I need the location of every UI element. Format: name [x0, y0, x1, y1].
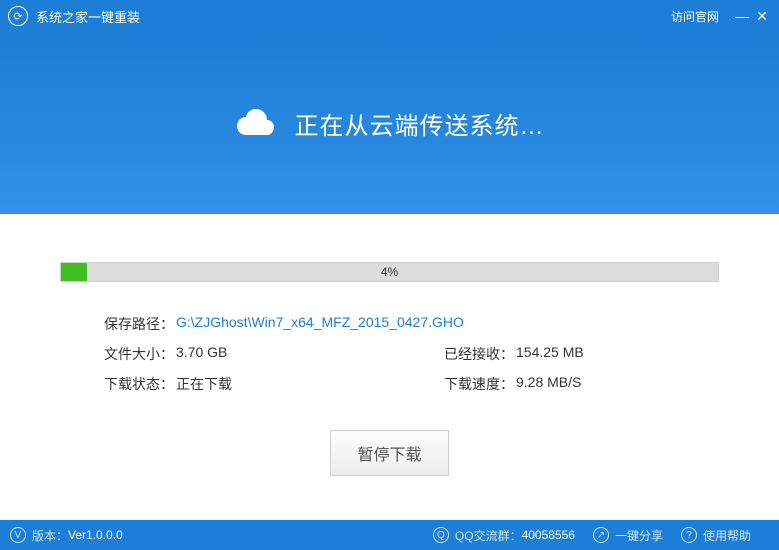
cloud-icon [235, 107, 281, 139]
version-info: V 版本： Ver1.0.0.0 [10, 527, 123, 544]
help-icon: ? [681, 527, 697, 543]
app-window: ⟳ 系统之家一键重装 访问官网 — ✕ 正在从云端传送系统… 4% 保存路径： [0, 0, 779, 550]
refresh-icon: ⟳ [13, 10, 22, 23]
version-icon: V [10, 527, 26, 543]
content-area: 4% 保存路径： G:\ZJGhost\Win7_x64_MFZ_2015_04… [0, 214, 779, 520]
status-value: 正在下载 [176, 374, 232, 394]
minimize-button[interactable]: — [733, 8, 751, 24]
status-label: 下载状态： [104, 374, 174, 394]
version-value: Ver1.0.0.0 [68, 528, 123, 542]
received-value: 154.25 MB [516, 344, 584, 364]
speed-label: 下载速度： [444, 374, 514, 394]
qq-group-link[interactable]: Q QQ交流群： 40058556 [433, 527, 575, 544]
share-label: 一键分享 [615, 527, 663, 544]
pause-download-button[interactable]: 暂停下载 [330, 430, 448, 476]
hero-banner: 正在从云端传送系统… [0, 32, 779, 214]
titlebar: ⟳ 系统之家一键重装 访问官网 — ✕ [0, 0, 779, 32]
help-label: 使用帮助 [703, 527, 751, 544]
official-site-link[interactable]: 访问官网 [671, 8, 719, 25]
share-icon: ↗ [593, 527, 609, 543]
close-button[interactable]: ✕ [753, 8, 771, 25]
app-logo-icon: ⟳ [8, 6, 28, 26]
speed-value: 9.28 MB/S [516, 374, 581, 394]
progress-bar: 4% [60, 262, 719, 282]
help-link[interactable]: ? 使用帮助 [681, 527, 751, 544]
received-label: 已经接收： [444, 344, 514, 364]
file-size-value: 3.70 GB [176, 344, 227, 364]
share-link[interactable]: ↗ 一键分享 [593, 527, 663, 544]
footer: V 版本： Ver1.0.0.0 Q QQ交流群： 40058556 ↗ 一键分… [0, 520, 779, 550]
qq-label: QQ交流群： [455, 527, 522, 544]
save-path-value: G:\ZJGhost\Win7_x64_MFZ_2015_0427.GHO [176, 314, 464, 334]
hero-text: 正在从云端传送系统… [295, 106, 545, 141]
qq-value: 40058556 [522, 528, 575, 542]
download-info: 保存路径： G:\ZJGhost\Win7_x64_MFZ_2015_0427.… [104, 314, 719, 394]
qq-icon: Q [433, 527, 449, 543]
progress-percent-label: 4% [61, 263, 718, 281]
app-title: 系统之家一键重装 [36, 7, 140, 26]
version-label: 版本： [32, 527, 68, 544]
file-size-label: 文件大小： [104, 344, 174, 364]
save-path-label: 保存路径： [104, 314, 174, 334]
